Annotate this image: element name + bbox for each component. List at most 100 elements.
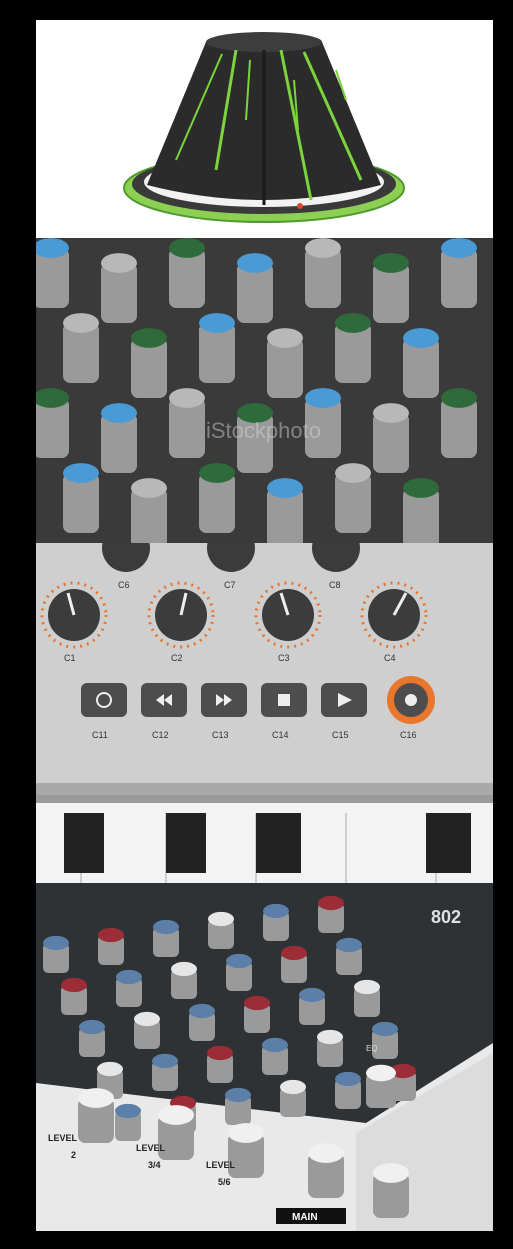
button-label-c12: C12 <box>152 730 169 740</box>
black-key[interactable] <box>426 813 471 873</box>
compact-mixer-image: 802 EQ LEVEL LEVEL LEVEL 2 3/4 5/6 MAIN <box>36 883 493 1231</box>
play-button[interactable] <box>321 683 367 717</box>
level-label-2: LEVEL <box>136 1143 166 1153</box>
mixer-knob[interactable] <box>43 935 69 973</box>
black-key[interactable] <box>64 813 104 873</box>
main-section-label: MAIN <box>292 1212 318 1223</box>
record-button[interactable] <box>387 676 435 724</box>
midi-controller-image: C6 C7 C8 C1 C2 C3 C4 C11 C12 C13 C14 C15… <box>36 543 493 883</box>
mixer-knob[interactable] <box>318 895 344 933</box>
mixer-knob[interactable] <box>153 919 179 957</box>
eq-label: EQ <box>366 1044 378 1053</box>
mixer-knob[interactable] <box>354 979 380 1017</box>
mixer-knob[interactable] <box>403 328 439 398</box>
mixer-knob[interactable] <box>169 238 205 308</box>
stop-icon <box>278 694 290 706</box>
mixer-knob[interactable] <box>305 238 341 308</box>
mixer-knob[interactable] <box>336 937 362 975</box>
record-icon <box>405 694 417 706</box>
knob-label-c6: C6 <box>118 580 130 590</box>
mixer-knob[interactable] <box>237 253 273 323</box>
mixer-knob[interactable] <box>199 313 235 383</box>
mixer-knob[interactable] <box>335 463 371 533</box>
knob-label-c1: C1 <box>64 653 76 663</box>
loop-button[interactable] <box>81 683 127 717</box>
knob-label-c2: C2 <box>171 653 183 663</box>
channel-label-2: 2 <box>71 1150 76 1160</box>
mixer-knob[interactable] <box>116 969 142 1007</box>
level-label-3: LEVEL <box>206 1160 236 1170</box>
button-label-c14: C14 <box>272 730 289 740</box>
mixer-knob[interactable] <box>244 995 270 1033</box>
button-label-c16: C16 <box>400 730 417 740</box>
channel-label-5-6: 5/6 <box>218 1177 231 1187</box>
level-knob[interactable] <box>78 1088 114 1143</box>
mixer-knob[interactable] <box>189 1003 215 1041</box>
mixer-knob[interactable] <box>63 463 99 533</box>
mixer-knob[interactable] <box>225 1087 251 1125</box>
stop-button[interactable] <box>261 683 307 717</box>
knob-label-c8: C8 <box>329 580 341 590</box>
mixer-knob[interactable] <box>267 478 303 543</box>
mixer-knob[interactable] <box>101 253 137 323</box>
mixer-knob[interactable] <box>63 313 99 383</box>
eq-knob[interactable] <box>366 1064 396 1108</box>
main-knob[interactable] <box>308 1143 344 1198</box>
collage-frame: iStockphoto C6 C7 C8 C1 C2 C3 C4 C11 C12… <box>0 0 513 1249</box>
knob-render-image <box>123 32 405 223</box>
mixer-knob[interactable] <box>299 987 325 1025</box>
knob-label-c3: C3 <box>278 653 290 663</box>
mixer-knob[interactable] <box>373 253 409 323</box>
mixer-knob[interactable] <box>36 388 69 458</box>
knob-label-c4: C4 <box>384 653 396 663</box>
panel-midi-controller: C6 C7 C8 C1 C2 C3 C4 C11 C12 C13 C14 C15… <box>36 543 493 883</box>
mixer-knob[interactable] <box>131 478 167 543</box>
mixer-knob[interactable] <box>317 1029 343 1067</box>
mixer-knob[interactable] <box>131 328 167 398</box>
mixer-knob[interactable] <box>171 961 197 999</box>
mixer-knob[interactable] <box>280 1079 306 1117</box>
panel-mixer-closeup: iStockphoto <box>36 238 493 543</box>
mixer-knob[interactable] <box>79 1019 105 1057</box>
brand-fragment: 802 <box>431 907 461 927</box>
mixer-knob[interactable] <box>335 1071 361 1109</box>
mixer-knob[interactable] <box>98 927 124 965</box>
black-key[interactable] <box>256 813 301 873</box>
mixer-knob[interactable] <box>208 911 234 949</box>
mixer-knob[interactable] <box>335 313 371 383</box>
level-label: LEVEL <box>48 1133 78 1143</box>
mixer-knob[interactable] <box>373 403 409 473</box>
mixer-knob[interactable] <box>101 403 137 473</box>
mixer-knob[interactable] <box>267 328 303 398</box>
mixer-knob[interactable] <box>226 953 252 991</box>
main-knob[interactable] <box>373 1163 409 1218</box>
watermark-text: iStockphoto <box>206 418 321 443</box>
mixer-knob[interactable] <box>61 977 87 1015</box>
panel-compact-mixer: 802 EQ LEVEL LEVEL LEVEL 2 3/4 5/6 MAIN <box>36 883 493 1231</box>
mixer-knob[interactable] <box>263 903 289 941</box>
panel-knob-render <box>36 20 493 238</box>
mixer-knob[interactable] <box>207 1045 233 1083</box>
mixer-knob[interactable] <box>169 388 205 458</box>
mixer-knob[interactable] <box>262 1037 288 1075</box>
mixer-knob[interactable] <box>199 463 235 533</box>
mixer-knob[interactable] <box>115 1103 141 1141</box>
mixer-knob[interactable] <box>441 388 477 458</box>
fast-forward-button[interactable] <box>201 683 247 717</box>
knob-label-c7: C7 <box>224 580 236 590</box>
mixer-knob[interactable] <box>134 1011 160 1049</box>
mixer-closeup-image: iStockphoto <box>36 238 493 543</box>
button-label-c11: C11 <box>92 730 108 740</box>
mixer-knob[interactable] <box>281 945 307 983</box>
button-label-c15: C15 <box>332 730 349 740</box>
keyboard <box>36 795 493 883</box>
mixer-knob[interactable] <box>36 238 69 308</box>
mixer-knob[interactable] <box>152 1053 178 1091</box>
button-label-c13: C13 <box>212 730 229 740</box>
mixer-knob[interactable] <box>441 238 477 308</box>
mixer-knob[interactable] <box>403 478 439 543</box>
black-key[interactable] <box>166 813 206 873</box>
rewind-button[interactable] <box>141 683 187 717</box>
channel-label-3-4: 3/4 <box>148 1160 161 1170</box>
mixer-knob[interactable] <box>372 1021 398 1059</box>
